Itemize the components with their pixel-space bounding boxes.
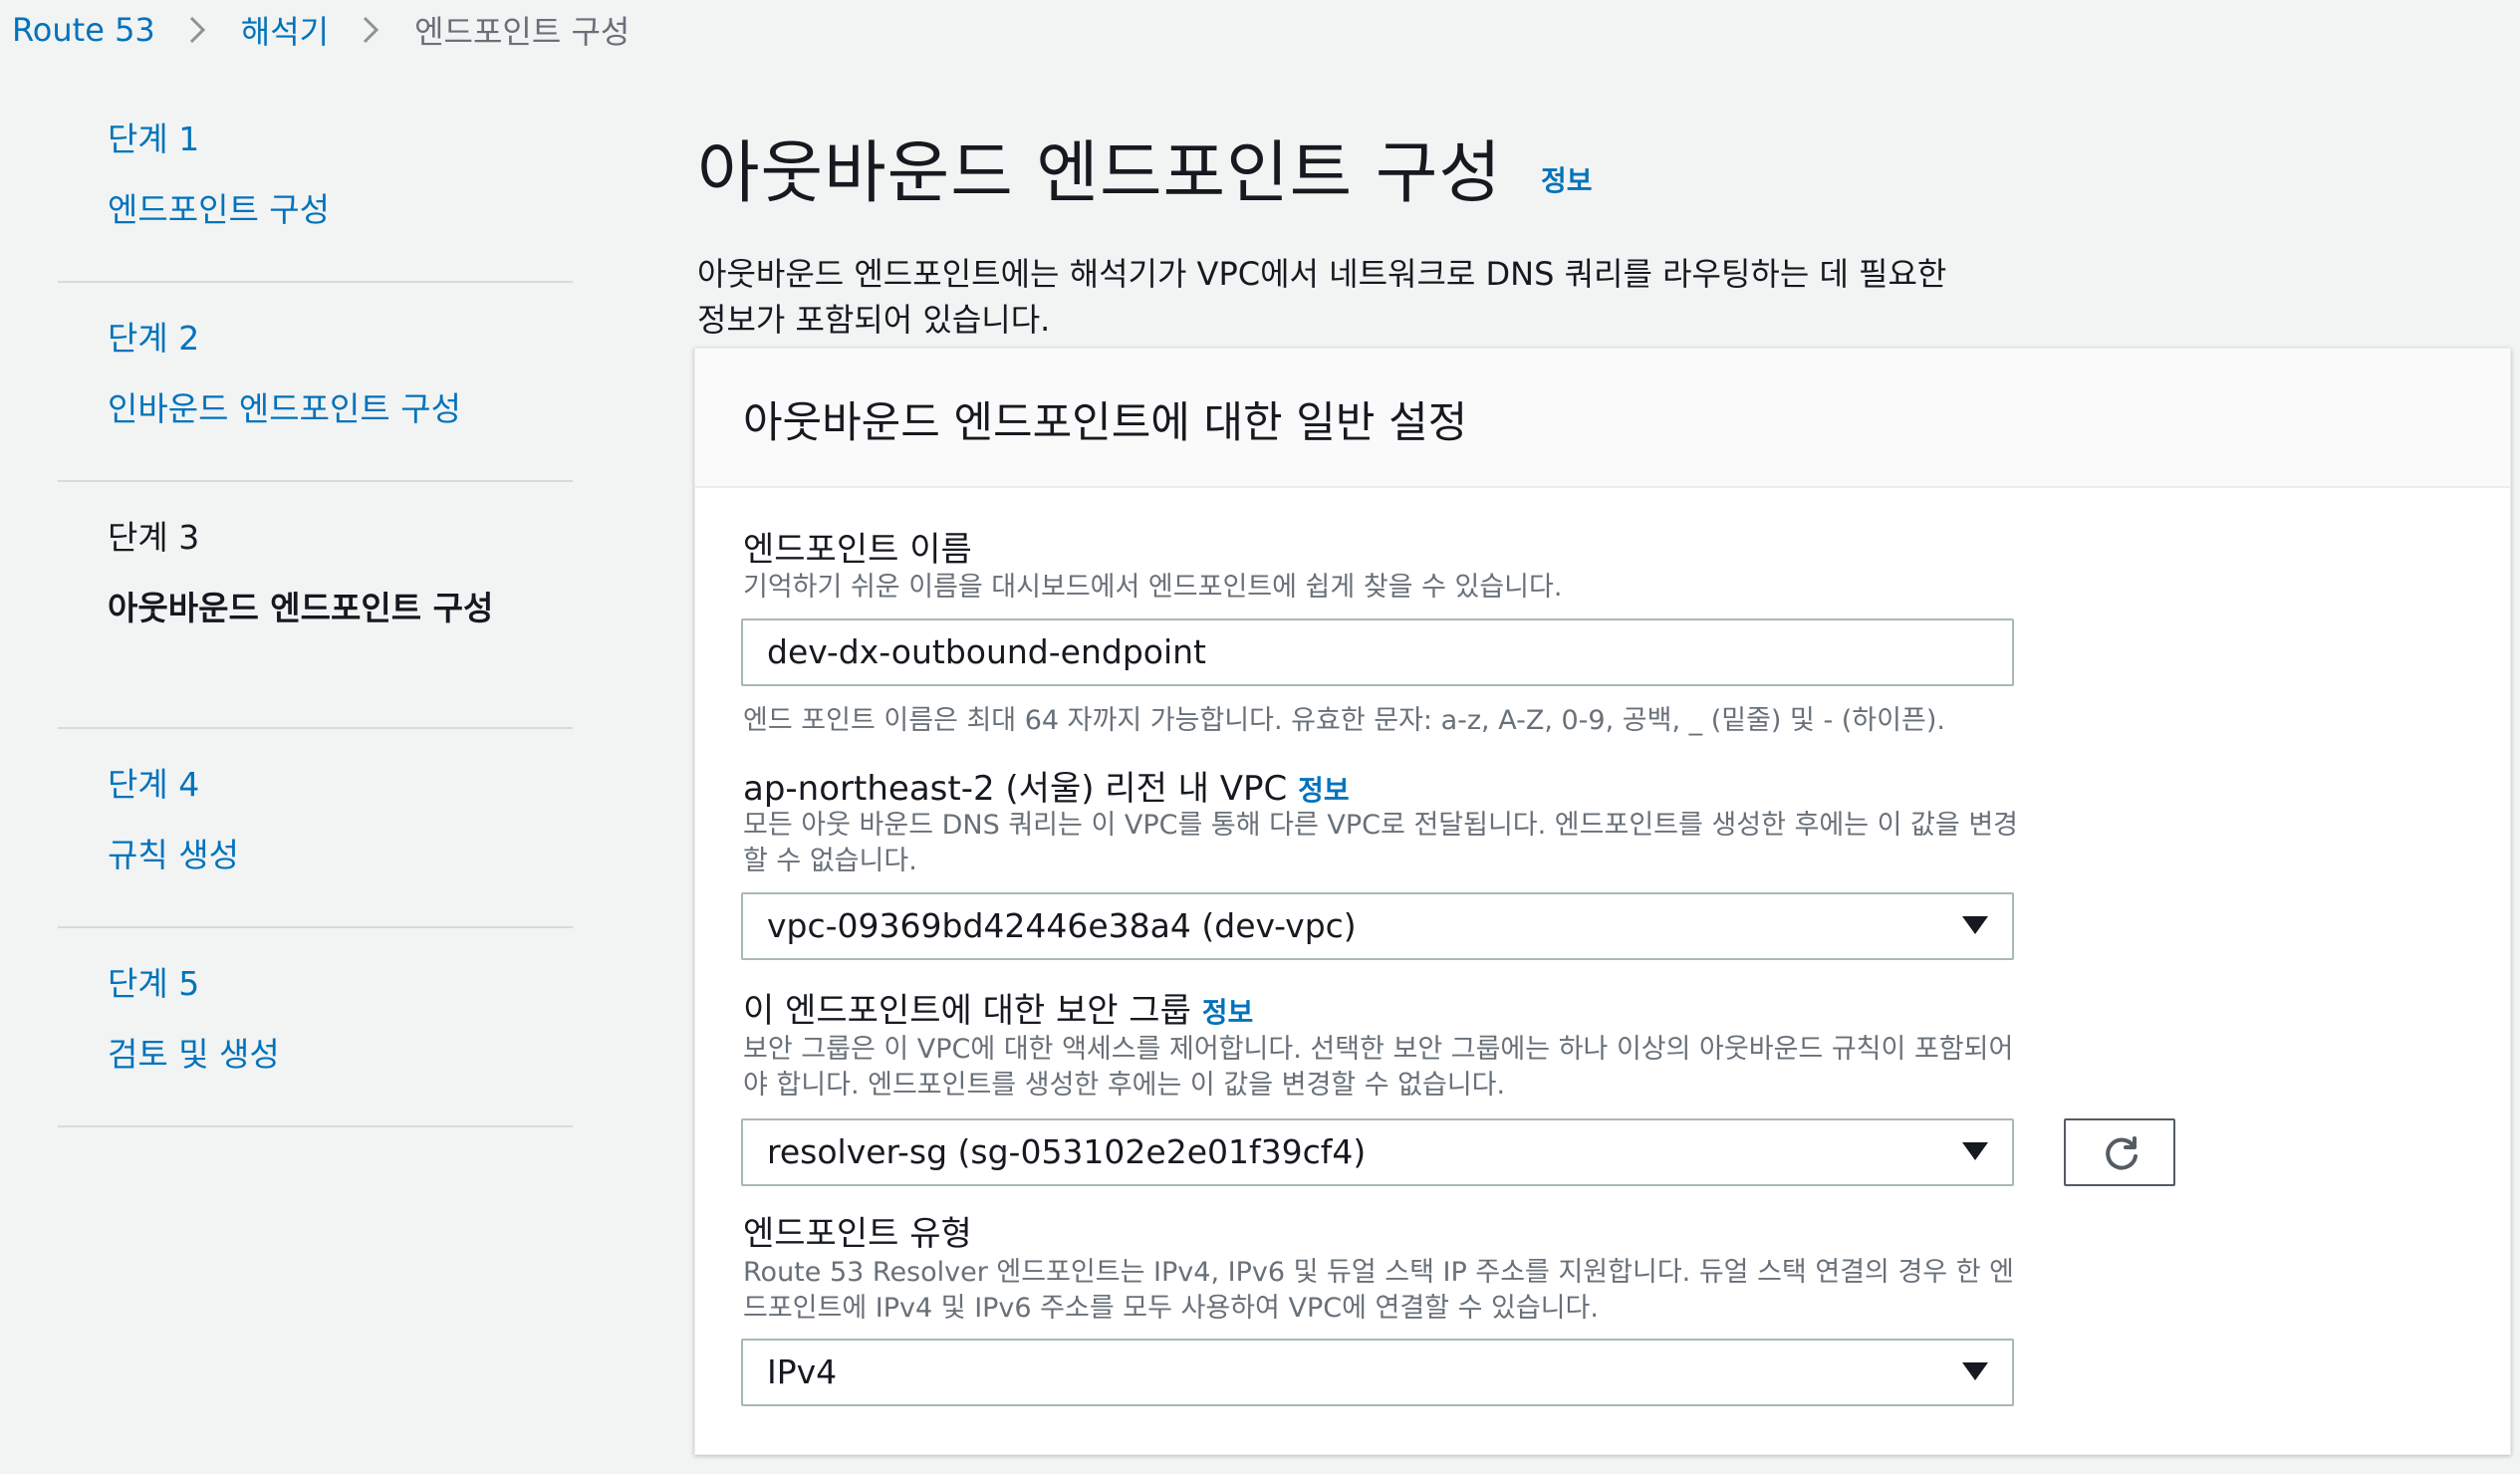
breadcrumb-route53[interactable]: Route 53 xyxy=(12,11,155,49)
divider xyxy=(58,926,573,928)
step-4-title: 규칙 생성 xyxy=(108,836,239,874)
endpoint-name-label: 엔드포인트 이름 xyxy=(743,530,972,570)
caret-down-icon xyxy=(1962,916,1988,934)
endpoint-name-constraint: 엔드 포인트 이름은 최대 64 자까지 가능합니다. 유효한 문자: a-z,… xyxy=(743,705,1945,736)
security-group-select[interactable]: resolver-sg (sg-053102e2e01f39cf4) xyxy=(741,1118,2014,1186)
vpc-select-value: vpc-09369bd42446e38a4 (dev-vpc) xyxy=(767,906,1357,945)
vpc-label-text: ap-northeast-2 (서울) 리전 내 VPC xyxy=(743,769,1288,809)
panel-title: 아웃바운드 엔드포인트에 대한 일반 설정 xyxy=(743,398,1468,448)
endpoint-type-select[interactable]: IPv4 xyxy=(741,1339,2014,1406)
security-group-label: 이 엔드포인트에 대한 보안 그룹 정보 xyxy=(743,983,1253,1032)
general-settings-panel: 아웃바운드 엔드포인트에 대한 일반 설정 엔드포인트 이름 기억하기 쉬운 이… xyxy=(694,348,2511,1455)
step-1-number: 단계 1 xyxy=(108,120,200,158)
endpoint-name-description: 기억하기 쉬운 이름을 대시보드에서 엔드포인트에 쉽게 찾을 수 있습니다. xyxy=(743,572,1563,603)
caret-down-icon xyxy=(1962,1142,1988,1160)
refresh-icon xyxy=(2106,1136,2138,1170)
divider xyxy=(58,281,573,283)
step-5-title: 검토 및 생성 xyxy=(108,1035,280,1074)
divider xyxy=(58,727,573,729)
page-description: 아웃바운드 엔드포인트에는 해석기가 VPC에서 네트워크로 DNS 쿼리를 라… xyxy=(697,255,1947,339)
page-title: 아웃바운드 엔드포인트 구성 xyxy=(697,134,1502,213)
vpc-label: ap-northeast-2 (서울) 리전 내 VPC 정보 xyxy=(743,761,1350,810)
caret-down-icon xyxy=(1962,1362,1988,1380)
step-5-number: 단계 5 xyxy=(108,964,200,1003)
endpoint-type-label: 엔드포인트 유형 xyxy=(743,1214,972,1254)
vpc-info-link[interactable]: 정보 xyxy=(1298,774,1350,807)
chevron-right-icon xyxy=(183,8,213,52)
security-group-label-text: 이 엔드포인트에 대한 보안 그룹 xyxy=(743,991,1191,1031)
step-3-number: 단계 3 xyxy=(108,518,200,557)
breadcrumb-current: 엔드포인트 구성 xyxy=(414,13,630,51)
vpc-description: 모든 아웃 바운드 DNS 쿼리는 이 VPC를 통해 다른 VPC로 전달됩니… xyxy=(743,810,2018,876)
endpoint-type-description: Route 53 Resolver 엔드포인트는 IPv4, IPv6 및 듀얼… xyxy=(743,1257,2014,1324)
panel-header: 아웃바운드 엔드포인트에 대한 일반 설정 xyxy=(695,349,2510,488)
chevron-right-icon xyxy=(357,8,386,52)
endpoint-name-input[interactable]: dev-dx-outbound-endpoint xyxy=(741,618,2014,686)
endpoint-type-select-value: IPv4 xyxy=(767,1352,838,1391)
step-3-title: 아웃바운드 엔드포인트 구성 xyxy=(108,589,494,627)
security-group-description: 보안 그룹은 이 VPC에 대한 액세스를 제어합니다. 선택한 보안 그룹에는… xyxy=(743,1034,2014,1101)
security-group-select-value: resolver-sg (sg-053102e2e01f39cf4) xyxy=(767,1132,1367,1171)
divider xyxy=(58,480,573,482)
page-info-link[interactable]: 정보 xyxy=(1541,159,1593,199)
step-4-number: 단계 4 xyxy=(108,765,200,804)
step-2-number: 단계 2 xyxy=(108,319,200,358)
breadcrumb: Route 53 해석기 엔드포인트 구성 xyxy=(12,8,630,52)
divider xyxy=(58,1125,573,1127)
step-1-title[interactable]: 엔드포인트 구성 xyxy=(108,186,546,234)
security-group-info-link[interactable]: 정보 xyxy=(1202,996,1254,1029)
breadcrumb-resolver[interactable]: 해석기 xyxy=(241,7,329,53)
vpc-select[interactable]: vpc-09369bd42446e38a4 (dev-vpc) xyxy=(741,892,2014,960)
step-2-title[interactable]: 인바운드 엔드포인트 구성 xyxy=(108,385,546,433)
refresh-button[interactable] xyxy=(2064,1118,2175,1186)
